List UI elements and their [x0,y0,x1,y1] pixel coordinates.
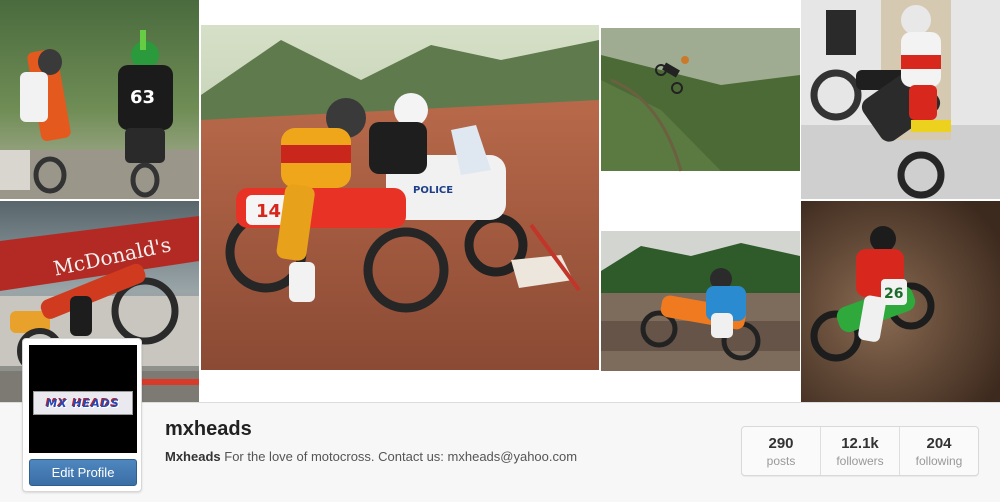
profile-page: 63 McDonald's POLICE 14 26 MX HEADS Edit… [0,0,1000,502]
stat-posts-count: 290 [768,434,794,452]
edit-profile-button[interactable]: Edit Profile [29,459,137,486]
svg-text:14: 14 [256,201,281,222]
photo-track-ride[interactable] [601,201,800,402]
stat-followers-label: followers [836,453,884,468]
photo-grid: 63 McDonald's POLICE 14 26 [0,0,1000,402]
photo-hill-jump[interactable] [601,0,800,199]
stat-following-count: 204 [926,434,952,452]
avatar-logo: MX HEADS [33,391,133,415]
stat-following-label: following [915,453,963,468]
avatar-card: MX HEADS Edit Profile [22,338,142,492]
photo-riders-wheelie[interactable]: 63 [0,0,199,199]
photo-dirt-corner[interactable]: 26 [801,201,1000,402]
stat-followers[interactable]: 12.1k followers [821,427,900,475]
profile-full-name: Mxheads [165,449,221,464]
svg-text:26: 26 [884,286,903,302]
profile-bio-text: For the love of motocross. Contact us: m… [224,449,578,464]
svg-text:63: 63 [130,87,155,108]
avatar[interactable]: MX HEADS [29,345,137,453]
profile-stats: 290 posts 12.1k followers 204 following [741,426,979,476]
avatar-logo-text: MX HEADS [46,396,120,410]
stat-following[interactable]: 204 following [900,427,978,475]
stat-posts-label: posts [766,453,796,468]
stat-followers-count: 12.1k [841,434,879,452]
profile-bio: Mxheads For the love of motocross. Conta… [165,449,577,464]
photo-police-bike[interactable]: POLICE 14 [201,0,599,402]
photo-garage-stoppie[interactable] [801,0,1000,199]
svg-text:POLICE: POLICE [413,185,453,196]
profile-username: mxheads [165,418,252,440]
stat-posts[interactable]: 290 posts [742,427,821,475]
